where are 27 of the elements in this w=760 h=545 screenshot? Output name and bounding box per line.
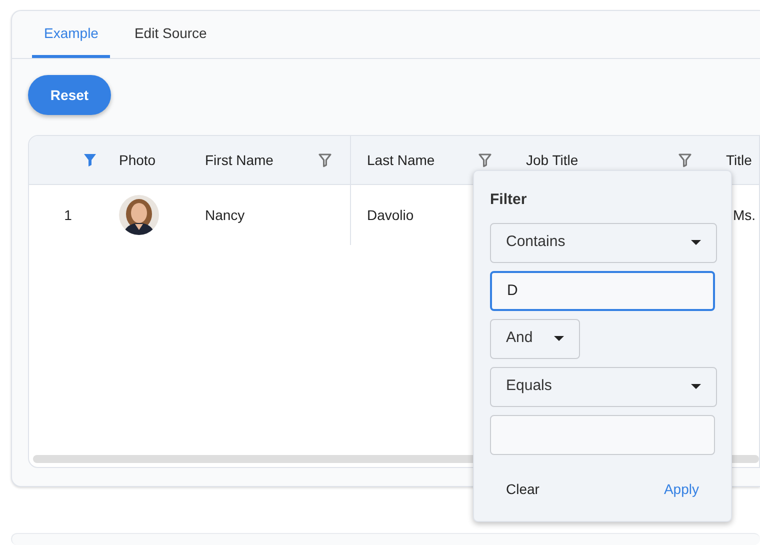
filter-value-field[interactable] xyxy=(490,414,715,454)
popup-title: Filter xyxy=(490,190,528,210)
tab[interactable]: Edit Source xyxy=(122,11,219,58)
tab[interactable]: Example xyxy=(32,11,110,58)
column-header[interactable]: First Name xyxy=(205,150,274,170)
column-header[interactable]: Job Title xyxy=(526,150,578,170)
reset-button[interactable]: Reset xyxy=(28,75,111,115)
column-header[interactable]: Title xyxy=(726,150,752,170)
caret-icon xyxy=(691,384,701,389)
caret-icon xyxy=(691,240,701,245)
operator-dropdown[interactable]: Contains xyxy=(490,222,717,262)
join-dropdown[interactable]: And xyxy=(490,318,580,358)
table-cell-text: 1 xyxy=(64,206,72,224)
clear-button[interactable]: Clear xyxy=(490,472,556,506)
caret-icon xyxy=(554,336,564,341)
filter-icon[interactable] xyxy=(678,152,692,168)
table-cell-text: Ms. xyxy=(733,206,756,224)
filter-icon[interactable] xyxy=(318,152,332,168)
table-cell-text: Davolio xyxy=(367,206,414,224)
operator-dropdown[interactable]: Equals xyxy=(490,366,717,406)
column-header[interactable]: Photo xyxy=(119,150,156,170)
column-header[interactable]: Last Name xyxy=(367,150,435,170)
filter-value-field[interactable]: D xyxy=(490,270,715,310)
table-cell-text: Nancy xyxy=(205,206,245,225)
filter-icon[interactable] xyxy=(83,152,97,168)
filter-icon[interactable] xyxy=(478,152,492,168)
apply-button[interactable]: Apply xyxy=(648,472,715,506)
